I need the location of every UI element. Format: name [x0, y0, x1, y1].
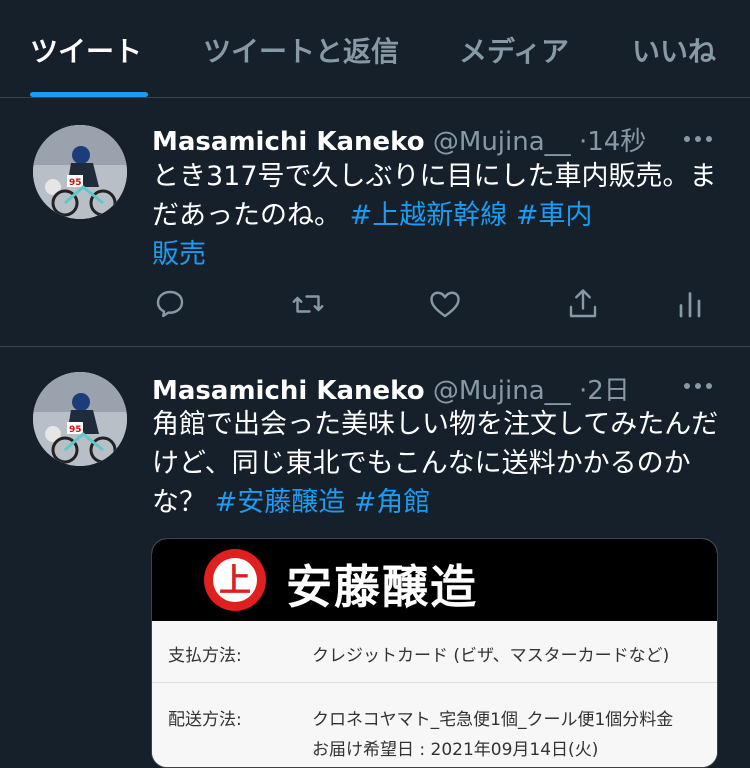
hashtag-part: 販売 — [152, 239, 206, 270]
avatar-image: 95 — [33, 125, 127, 219]
display-name[interactable]: Masamichi Kaneko — [152, 376, 425, 406]
brand-name: 安藤醸造 — [286, 560, 478, 614]
svg-text:95: 95 — [69, 178, 82, 188]
separator-dot: · — [578, 127, 588, 157]
display-name[interactable]: Masamichi Kaneko — [152, 127, 425, 157]
timestamp[interactable]: 2日 — [587, 376, 630, 406]
hashtag-link[interactable]: #安藤醸造 — [215, 487, 346, 518]
svg-text:95: 95 — [69, 425, 82, 435]
link-card[interactable]: 上 安藤醸造 支払方法: クレジットカード (ビザ、マスターカードなど) 配送方… — [151, 538, 718, 768]
row-label: 支払方法: — [168, 646, 242, 666]
tweet-header: Masamichi Kaneko @Mujina__ ·14秒 — [152, 121, 646, 158]
share-icon[interactable] — [565, 286, 601, 322]
profile-tabs: ツイート ツイートと返信 メディア いいね — [0, 0, 750, 98]
tab-tweets[interactable]: ツイート — [30, 30, 142, 70]
hashtag-part: #車内 — [515, 200, 593, 231]
analytics-icon[interactable] — [672, 286, 708, 322]
brand-logo-mark: 上 — [213, 558, 257, 602]
timestamp[interactable]: 14秒 — [587, 127, 646, 157]
avatar[interactable]: 95 — [33, 125, 127, 219]
separator-dot: · — [578, 376, 588, 406]
card-banner: 上 安藤醸造 — [152, 539, 717, 621]
tab-media[interactable]: メディア — [459, 30, 569, 70]
username[interactable]: @Mujina__ — [433, 127, 571, 157]
hashtag-link[interactable]: #上越新幹線 — [350, 200, 508, 231]
reply-icon[interactable] — [152, 286, 188, 322]
tweet-actions — [0, 286, 750, 326]
brand-logo: 上 — [204, 549, 266, 611]
tweet[interactable]: 95 Masamichi Kaneko @Mujina__ ·14秒 とき317… — [0, 99, 750, 347]
tweet-text: とき317号で久しぶりに目にした車内販売。まだあったのね。 #上越新幹線 #車内… — [152, 157, 722, 274]
active-tab-indicator — [30, 92, 148, 97]
table-row: 支払方法: クレジットカード (ビザ、マスターカードなど) — [152, 621, 717, 683]
retweet-icon[interactable] — [290, 286, 326, 322]
order-details-table: 支払方法: クレジットカード (ビザ、マスターカードなど) 配送方法: クロネコ… — [152, 621, 717, 767]
tab-likes[interactable]: いいね — [632, 30, 716, 70]
row-value: クロネコヤマト_宅急便1個_クール便1個分料金 — [312, 710, 674, 730]
more-icon[interactable] — [684, 133, 716, 145]
heart-icon[interactable] — [427, 286, 463, 322]
tweet-text: 角館で出会った美味しい物を注文してみたんだけど、同じ東北でもこんなに送料かかるの… — [152, 405, 722, 522]
table-row: 配送方法: クロネコヤマト_宅急便1個_クール便1個分料金 お届け希望日 : 2… — [152, 683, 717, 767]
row-value: お届け希望日 : 2021年09月14日(火) — [312, 740, 599, 760]
tab-tweets-and-replies[interactable]: ツイートと返信 — [203, 30, 399, 70]
row-value: クレジットカード (ビザ、マスターカードなど) — [312, 646, 670, 666]
username[interactable]: @Mujina__ — [433, 376, 571, 406]
row-label: 配送方法: — [168, 710, 242, 730]
tweet-header: Masamichi Kaneko @Mujina__ ·2日 — [152, 370, 630, 407]
more-icon[interactable] — [684, 380, 716, 392]
hashtag-link[interactable]: #角館 — [354, 487, 431, 518]
avatar[interactable]: 95 — [33, 372, 127, 466]
avatar-image: 95 — [33, 372, 127, 466]
tweet[interactable]: 95 Masamichi Kaneko @Mujina__ ·2日 角館で出会っ… — [0, 348, 750, 768]
